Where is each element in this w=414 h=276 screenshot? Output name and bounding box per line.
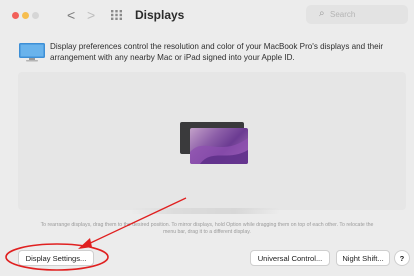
display-preferences-description: Display preferences control the resoluti… xyxy=(50,42,384,62)
search-field[interactable]: ⌕ Search xyxy=(306,5,408,24)
show-all-grid-icon[interactable] xyxy=(111,10,122,20)
help-button[interactable]: ? xyxy=(394,250,410,266)
blurred-menu-bar-hint xyxy=(130,208,280,214)
search-icon: ⌕ xyxy=(319,8,325,19)
forward-button[interactable]: > xyxy=(87,6,95,24)
close-window-button[interactable] xyxy=(12,12,19,19)
window-title: Displays xyxy=(135,8,185,22)
display-settings-button[interactable]: Display Settings... xyxy=(18,250,94,266)
back-button[interactable]: < xyxy=(67,6,75,24)
minimize-window-button[interactable] xyxy=(22,12,29,19)
macbook-display-thumbnail[interactable] xyxy=(190,128,248,164)
search-placeholder: Search xyxy=(330,10,356,19)
title-bar: < > Displays ⌕ Search xyxy=(0,0,414,30)
arrangement-hint: To rearrange displays, drag them to the … xyxy=(40,222,374,235)
annotation-arrowhead xyxy=(78,238,92,249)
universal-control-button[interactable]: Universal Control... xyxy=(250,250,330,266)
zoom-window-button[interactable] xyxy=(32,12,39,19)
system-preferences-window: < > Displays ⌕ Search Display preference… xyxy=(0,0,414,276)
night-shift-button[interactable]: Night Shift... xyxy=(336,250,390,266)
wallpaper-swirl-icon xyxy=(190,138,248,164)
display-icon xyxy=(19,43,45,62)
